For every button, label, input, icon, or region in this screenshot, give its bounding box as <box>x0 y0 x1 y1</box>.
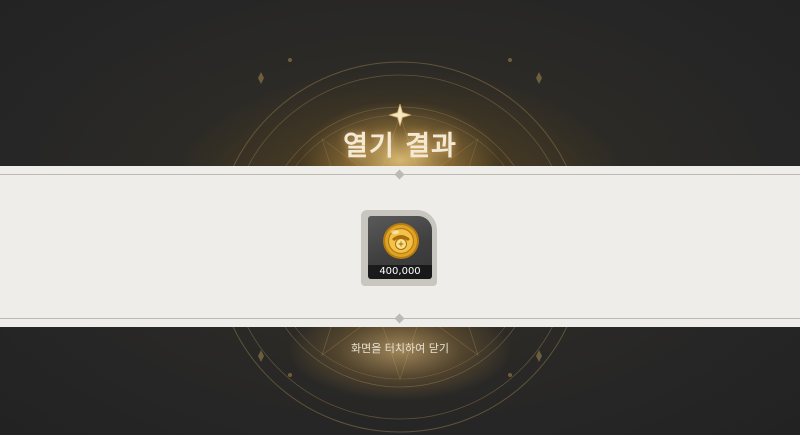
reward-item-background: 400,000 <box>368 216 432 279</box>
reward-item-slot[interactable]: 400,000 <box>361 210 437 286</box>
reward-quantity: 400,000 <box>368 265 432 279</box>
reward-panel: 400,000 <box>0 166 800 327</box>
panel-divider-top-ornament <box>394 169 405 180</box>
result-title: 열기 결과 <box>343 131 457 162</box>
sparkle-icon <box>389 104 411 126</box>
gold-coin-icon <box>383 223 419 259</box>
close-hint[interactable]: 화면을 터치하여 닫기 <box>0 340 800 356</box>
panel-divider-bottom-ornament <box>394 313 405 324</box>
